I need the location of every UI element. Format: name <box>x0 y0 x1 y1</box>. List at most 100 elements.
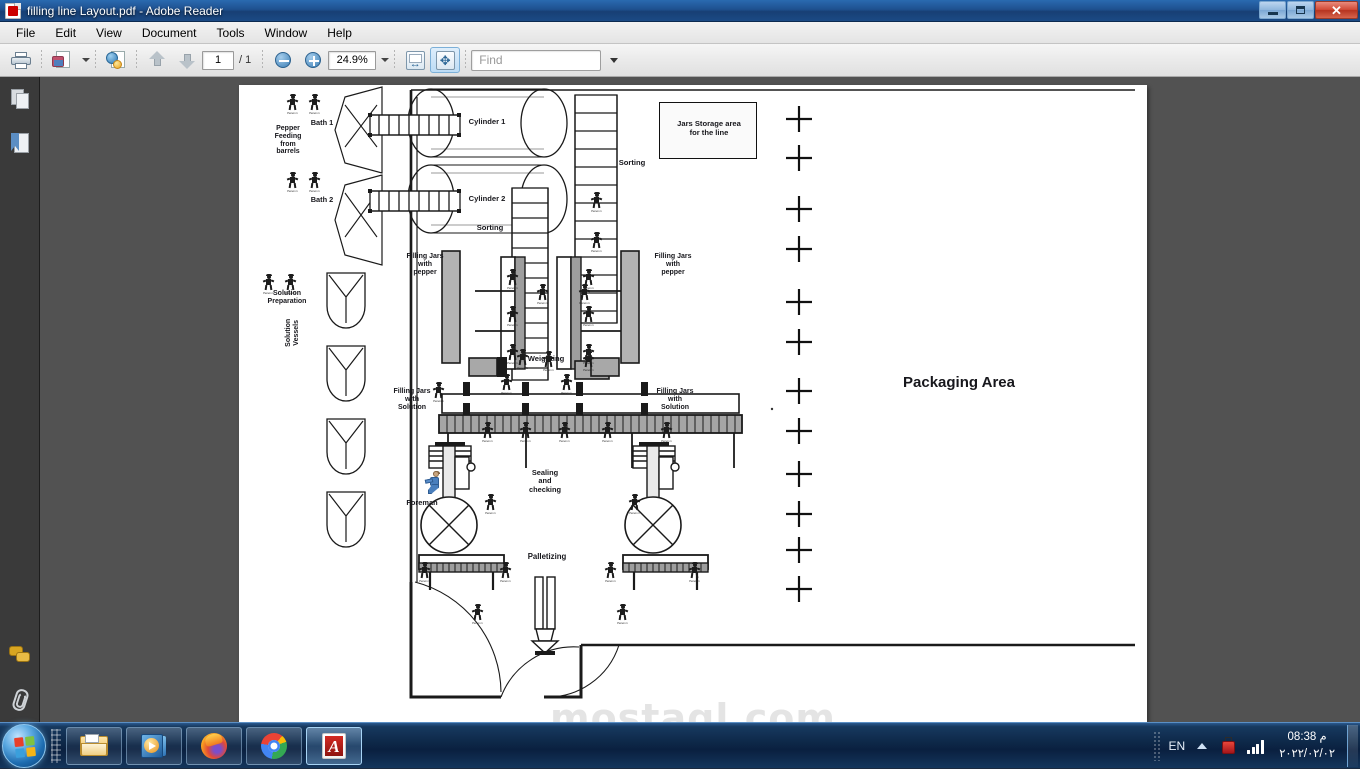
person-pictogram-icon <box>517 350 528 367</box>
jars-storage-label: Jars Storage area for the line <box>660 120 758 137</box>
sidebar-item-pages[interactable] <box>0 77 40 121</box>
menu-item-window[interactable]: Window <box>255 24 318 42</box>
label-foreman: Foreman <box>391 499 453 507</box>
person-label: Person 1 <box>554 440 575 443</box>
print-button[interactable] <box>6 47 36 73</box>
person-pictogram-icon <box>472 605 483 622</box>
tray-grip <box>1153 731 1161 761</box>
person-label: Person 1 <box>304 190 325 193</box>
globe-document-icon <box>106 51 126 69</box>
zoom-out-button[interactable] <box>268 47 298 73</box>
person-pictogram-icon <box>309 173 320 190</box>
jars-storage-box: Jars Storage area for the line <box>659 102 757 159</box>
sidebar-item-bookmarks[interactable] <box>0 121 40 165</box>
person-label: Person 1 <box>578 369 599 372</box>
toolbar-separator <box>394 50 395 70</box>
zoom-level-input[interactable]: 24.9% <box>328 51 376 70</box>
start-button[interactable] <box>2 724 46 768</box>
menu-item-view[interactable]: View <box>86 24 132 42</box>
person-pictogram-icon <box>661 423 672 440</box>
person-pictogram-icon <box>629 495 640 512</box>
person-pictogram-icon <box>605 563 616 580</box>
person-pictogram-icon <box>591 193 602 210</box>
person-pictogram-icon <box>263 275 274 292</box>
person-label: Person 1 <box>556 392 577 395</box>
person-label: Person 1 <box>578 324 599 327</box>
email-document-icon <box>52 51 72 69</box>
clock[interactable]: 08:38 م ٢٠٢٢/٠٢/٠٢ <box>1279 729 1335 762</box>
taskbar-item-firefox[interactable] <box>186 727 242 765</box>
email-button[interactable] <box>47 47 77 73</box>
label-cylinder-2: Cylinder 2 <box>447 195 527 204</box>
folder-icon <box>80 734 108 758</box>
person-pictogram-icon <box>520 423 531 440</box>
zoom-dropdown-caret-icon[interactable] <box>381 58 389 62</box>
person-label: Person 1 <box>502 287 523 290</box>
flash-drive-icon[interactable] <box>1220 737 1238 755</box>
create-pdf-button[interactable] <box>101 47 131 73</box>
sidebar-item-comments[interactable] <box>0 633 40 677</box>
label-palletizing: Palletizing <box>507 553 587 562</box>
person-pictogram-icon <box>500 563 511 580</box>
pdf-page: Jars Storage area for the line Pepper Fe… <box>239 85 1147 722</box>
arrow-down-icon <box>179 51 196 69</box>
person-label: Person 1 <box>574 302 595 305</box>
label-packaging-area: Packaging Area <box>859 375 1059 392</box>
close-button[interactable]: ✕ <box>1315 1 1358 19</box>
find-placeholder-text: Find <box>479 53 502 67</box>
toolbar-separator <box>41 50 42 70</box>
taskbar-item-adobe-reader[interactable]: A <box>306 727 362 765</box>
find-dropdown-caret-icon[interactable] <box>610 58 618 63</box>
window-title: filling line Layout.pdf - Adobe Reader <box>27 4 223 18</box>
system-tray: EN 08:38 م ٢٠٢٢/٠٢/٠٢ <box>1153 723 1360 769</box>
person-label: Person 1 <box>467 622 488 625</box>
person-pictogram-icon <box>309 95 320 112</box>
person-label: Person 1 <box>512 367 533 370</box>
person-label: Person 1 <box>532 302 553 305</box>
plus-circle-icon <box>305 52 321 68</box>
fit-page-button[interactable] <box>430 47 460 73</box>
language-indicator[interactable]: EN <box>1169 739 1186 753</box>
zoom-in-button[interactable] <box>298 47 328 73</box>
taskbar-item-windows-explorer[interactable] <box>66 727 122 765</box>
person-pictogram-icon <box>419 563 430 580</box>
menu-item-tools[interactable]: Tools <box>207 24 255 42</box>
person-pictogram-icon <box>583 307 594 324</box>
sidebar-item-attachments[interactable] <box>0 677 40 721</box>
menu-item-file[interactable]: File <box>6 24 45 42</box>
taskbar-grip <box>51 729 61 763</box>
previous-page-button[interactable] <box>142 47 172 73</box>
restore-button[interactable] <box>1287 1 1314 19</box>
adobe-reader-app-icon <box>5 3 21 19</box>
person-pictogram-icon <box>689 563 700 580</box>
person-pictogram-icon <box>501 375 512 392</box>
person-pictogram-icon <box>507 270 518 287</box>
menu-item-edit[interactable]: Edit <box>45 24 86 42</box>
label-bath-1: Bath 1 <box>295 119 349 127</box>
person-pictogram-icon <box>507 307 518 324</box>
person-pictogram-icon <box>433 383 444 400</box>
paperclip-icon <box>11 688 29 710</box>
next-page-button[interactable] <box>172 47 202 73</box>
show-hidden-icons-arrow-icon[interactable] <box>1197 743 1207 749</box>
person-label: Person 1 <box>258 292 279 295</box>
taskbar-item-windows-media-player[interactable] <box>126 727 182 765</box>
fit-width-button[interactable] <box>400 47 430 73</box>
minimize-button[interactable] <box>1259 1 1286 19</box>
person-pictogram-icon <box>287 95 298 112</box>
email-dropdown-caret-icon[interactable] <box>82 58 90 62</box>
person-label: Person 1 <box>578 287 599 290</box>
person-label: Person 1 <box>656 440 677 443</box>
person-label: Person 1 <box>612 622 633 625</box>
factory-layout-diagram: Jars Storage area for the line Pepper Fe… <box>239 85 1147 722</box>
menu-item-document[interactable]: Document <box>132 24 207 42</box>
document-view[interactable]: Jars Storage area for the line Pepper Fe… <box>40 77 1360 722</box>
page-number-input[interactable]: 1 <box>202 51 234 70</box>
menu-item-help[interactable]: Help <box>317 24 362 42</box>
network-signal-icon[interactable] <box>1247 738 1267 754</box>
taskbar: A EN 08:38 م ٢٠٢٢/٠٢/٠٢ <box>0 722 1360 768</box>
chrome-icon <box>261 733 287 759</box>
taskbar-item-google-chrome[interactable] <box>246 727 302 765</box>
find-input[interactable]: Find <box>471 50 601 71</box>
show-desktop-button[interactable] <box>1347 725 1358 767</box>
